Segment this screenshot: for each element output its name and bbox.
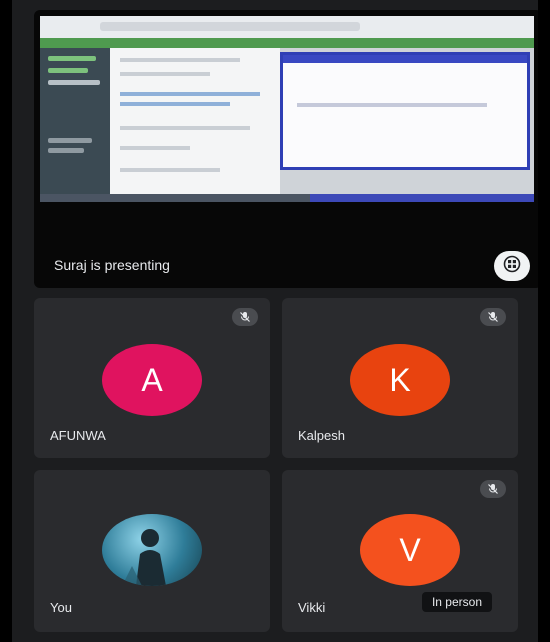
avatar: K xyxy=(350,344,450,416)
presenting-label: Suraj is presenting xyxy=(54,257,170,273)
layout-grid-icon xyxy=(503,255,521,278)
meeting-frame: Suraj is presenting A AFUNWA K Kalpesh Y… xyxy=(12,0,538,642)
participant-name: Vikki xyxy=(298,600,326,615)
participant-name: AFUNWA xyxy=(50,428,106,443)
shared-screen-green-strip xyxy=(40,38,534,48)
participant-tile[interactable]: A AFUNWA xyxy=(34,298,270,458)
mic-off-icon xyxy=(480,480,506,498)
participant-tile-self[interactable]: You xyxy=(34,470,270,632)
presentation-stage[interactable]: Suraj is presenting xyxy=(34,10,538,288)
participant-tile[interactable]: K Kalpesh xyxy=(282,298,518,458)
participant-tile[interactable]: V Vikki In person xyxy=(282,470,518,632)
shared-screen-statusbar xyxy=(310,194,534,202)
participant-name: Kalpesh xyxy=(298,428,345,443)
profile-photo xyxy=(102,514,202,586)
layout-button[interactable] xyxy=(494,251,530,281)
shared-screen-content xyxy=(110,48,280,202)
shared-screen xyxy=(40,16,534,202)
shared-screen-sidebar xyxy=(40,48,110,202)
in-person-badge: In person xyxy=(421,592,492,612)
shared-screen-address-bar xyxy=(100,22,360,31)
shared-screen-dialog xyxy=(280,52,530,170)
participant-name: You xyxy=(50,600,72,615)
mic-off-icon xyxy=(480,308,506,326)
avatar: A xyxy=(102,344,202,416)
avatar: V xyxy=(360,514,460,586)
mic-off-icon xyxy=(232,308,258,326)
